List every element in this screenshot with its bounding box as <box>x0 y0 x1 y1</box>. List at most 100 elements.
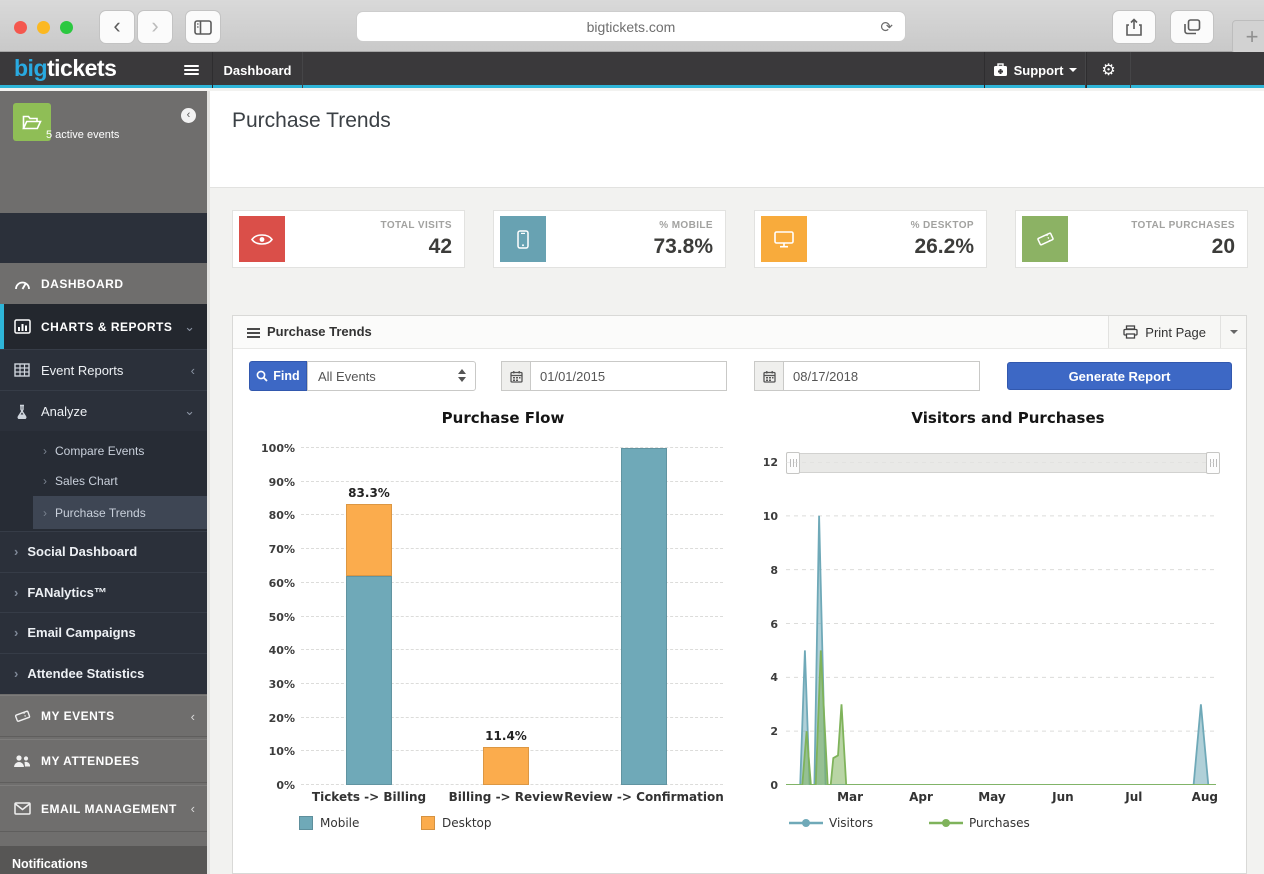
url-text: bigtickets.com <box>587 19 676 35</box>
y-tick-label: 10 <box>738 510 778 523</box>
bar-value-label: 83.3% <box>348 486 390 500</box>
x-tick-label: May <box>978 790 1006 804</box>
date-to-group: 08/17/2018 <box>754 361 980 391</box>
close-window-button[interactable] <box>14 21 27 34</box>
date-from-group: 01/01/2015 <box>501 361 727 391</box>
area-purchases <box>786 650 1216 785</box>
bar-segment-mobile <box>346 576 392 785</box>
top-navbar: bigtickets Dashboard Support ⚙ <box>0 52 1264 88</box>
minimize-window-button[interactable] <box>37 21 50 34</box>
y-tick-label: 0 <box>738 779 778 792</box>
line-purchases <box>786 650 1216 785</box>
sidebar-collapse-button[interactable]: ‹ <box>181 108 196 123</box>
find-button[interactable]: Find <box>249 361 307 391</box>
sidebar-item-email-management[interactable]: EMAIL MANAGEMENT ‹ <box>0 785 207 832</box>
y-tick-label: 50% <box>255 611 295 624</box>
chevron-down-icon: ⌄ <box>184 319 195 335</box>
y-tick-label: 12 <box>738 456 778 469</box>
area-visitors <box>786 516 1216 785</box>
y-tick-label: 4 <box>738 671 778 684</box>
forward-icon: › <box>151 15 158 37</box>
envelope-icon <box>13 802 31 815</box>
page-title: Purchase Trends <box>232 109 391 133</box>
nav-settings[interactable]: ⚙ <box>1086 52 1131 88</box>
sidebar-item-my-attendees[interactable]: MY ATTENDEES <box>0 739 207 783</box>
print-options-button[interactable] <box>1220 316 1246 348</box>
generate-report-button[interactable]: Generate Report <box>1007 362 1232 390</box>
y-tick-label: 8 <box>738 564 778 577</box>
desktop-icon <box>761 216 807 262</box>
forward-button[interactable]: › <box>137 10 173 44</box>
active-events-count: 5 active events <box>46 129 119 141</box>
sidebar-divider <box>207 91 210 874</box>
x-tick-label: Apr <box>909 790 933 804</box>
line-chart-y-axis: 024681012 <box>738 462 778 785</box>
tabs-overview-button[interactable] <box>1170 10 1214 44</box>
sidebar-item-analyze[interactable]: Analyze ⌄ <box>0 390 207 431</box>
chevron-down-icon <box>1069 68 1077 72</box>
submenu-item-compare-events[interactable]: ›Compare Events <box>33 436 207 466</box>
table-icon <box>13 363 31 377</box>
stat-card-percent-mobile: % MOBILE 73.8% <box>493 210 726 268</box>
share-button[interactable] <box>1112 10 1156 44</box>
sidebar-item-dashboard[interactable]: DASHBOARD <box>0 263 207 304</box>
submenu-item-sales-chart[interactable]: ›Sales Chart <box>33 466 207 496</box>
analyze-submenu: ›Compare Events ›Sales Chart ›Purchase T… <box>0 431 207 531</box>
folder-open-icon <box>22 114 42 130</box>
bigtickets-logo[interactable]: bigtickets <box>14 55 116 82</box>
sidebar-lower-section: MY EVENTS ‹ MY ATTENDEES EMAIL MANAGEMEN… <box>0 694 207 874</box>
back-button[interactable]: ‹ <box>99 10 135 44</box>
sidebar-item-social-dashboard[interactable]: ›Social Dashboard <box>0 531 207 572</box>
legend-line-icon <box>789 818 823 828</box>
sidebar-toggle-button[interactable] <box>185 10 221 44</box>
url-bar[interactable]: bigtickets.com ⟳ <box>356 11 906 42</box>
legend-mobile: Mobile <box>299 816 359 830</box>
calendar-icon <box>501 361 531 391</box>
reload-icon[interactable]: ⟳ <box>880 18 893 36</box>
chevron-left-icon: ‹ <box>191 709 195 724</box>
sidebar-item-event-reports[interactable]: Event Reports ‹ <box>0 349 207 390</box>
chevron-down-icon: ⌄ <box>184 403 195 419</box>
x-tick-label: Aug <box>1192 790 1218 804</box>
new-tab-button[interactable]: + <box>1232 20 1264 54</box>
sidebar: 5 active events ‹ DASHBOARD CHARTS & REP… <box>0 91 207 874</box>
legend-purchases: Purchases <box>929 816 1030 830</box>
chevron-right-icon: › <box>14 666 18 681</box>
panel-menu-icon[interactable] <box>247 326 260 340</box>
legend-swatch <box>299 816 313 830</box>
date-to-input[interactable]: 08/17/2018 <box>784 361 980 391</box>
bar-chart-icon <box>13 319 31 334</box>
nav-menu-toggle[interactable] <box>170 52 212 88</box>
chevron-right-icon: › <box>14 625 18 640</box>
bar-chart-y-axis: 0%10%20%30%40%50%60%70%80%90%100% <box>255 448 295 785</box>
purchase-trends-panel: Purchase Trends Print Page Find All Even… <box>232 315 1247 874</box>
y-tick-label: 30% <box>255 678 295 691</box>
sidebar-item-attendee-statistics[interactable]: ›Attendee Statistics <box>0 653 207 694</box>
back-icon: ‹ <box>113 15 120 37</box>
sidebar-item-my-events[interactable]: MY EVENTS ‹ <box>0 695 207 737</box>
date-from-input[interactable]: 01/01/2015 <box>531 361 727 391</box>
zoom-window-button[interactable] <box>60 21 73 34</box>
legend-visitors: Visitors <box>789 816 873 830</box>
chevron-right-icon: › <box>14 544 18 559</box>
submenu-item-purchase-trends[interactable]: ›Purchase Trends <box>33 496 207 529</box>
nav-support[interactable]: Support <box>984 52 1086 88</box>
line-chart-plot <box>786 462 1216 785</box>
bar-chart-plot: 83.3%11.4% <box>301 448 723 785</box>
sidebar-item-charts-reports[interactable]: CHARTS & REPORTS ⌄ <box>0 304 207 349</box>
print-page-button[interactable]: Print Page <box>1108 316 1220 348</box>
chevron-right-icon: › <box>43 444 47 458</box>
ticket-icon <box>13 709 31 723</box>
sidebar-item-email-campaigns[interactable]: ›Email Campaigns <box>0 612 207 653</box>
event-filter-select[interactable]: All Events <box>307 361 476 391</box>
nav-dashboard[interactable]: Dashboard <box>212 52 303 88</box>
select-stepper-icon <box>458 369 466 382</box>
share-icon <box>1126 18 1142 36</box>
users-icon <box>13 754 31 768</box>
sidebar-item-fanalytics[interactable]: ›FANalytics™ <box>0 572 207 613</box>
sidebar-icon <box>194 20 212 35</box>
flask-icon <box>13 404 31 419</box>
y-tick-label: 40% <box>255 644 295 657</box>
support-kit-icon <box>993 63 1008 77</box>
y-tick-label: 20% <box>255 712 295 725</box>
